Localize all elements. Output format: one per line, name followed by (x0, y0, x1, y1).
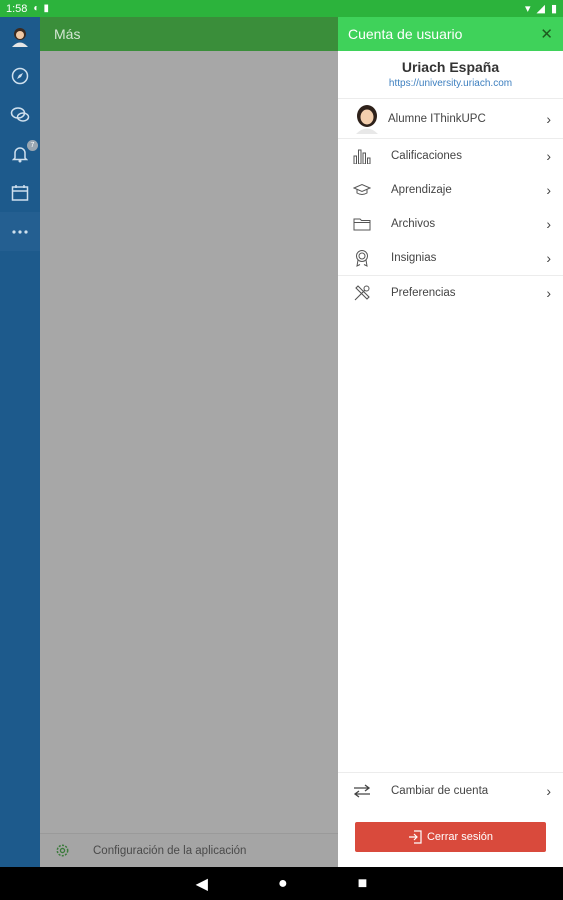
chevron-right-icon: › (546, 250, 551, 266)
menu-item-insignias[interactable]: Insignias › (338, 241, 563, 275)
chevron-right-icon: › (546, 110, 551, 127)
chevron-right-icon: › (546, 782, 551, 799)
rail-avatar[interactable] (0, 17, 40, 56)
logout-icon (408, 830, 422, 844)
page-title: Más (54, 26, 81, 42)
home-button[interactable]: ● (278, 875, 288, 893)
sd-card-icon: ▮ (43, 3, 49, 14)
more-icon (12, 229, 28, 234)
app-settings-link[interactable]: Configuración de la aplicación (40, 833, 338, 867)
battery-icon: ▮ (550, 3, 557, 15)
menu-item-aprendizaje[interactable]: Aprendizaje › (338, 173, 563, 207)
system-nav-bar: ◀ ● ■ (0, 867, 563, 900)
rail-calendar[interactable] (0, 173, 40, 212)
panel-header: Cuenta de usuario ✕ (338, 17, 563, 51)
app-settings-label: Configuración de la aplicación (93, 844, 247, 857)
menu-label: Aprendizaje (391, 184, 452, 196)
menu-label: Calificaciones (391, 150, 462, 162)
signal-icon: ◢ (536, 3, 545, 15)
user-name: Alumne IThinkUPC (388, 112, 486, 125)
status-time: 1:58 (6, 2, 28, 15)
rail-messages[interactable] (0, 95, 40, 134)
calendar-icon (11, 184, 29, 201)
graduation-cap-icon (353, 183, 371, 195)
logout-button[interactable]: Cerrar sesión (355, 822, 546, 852)
close-icon[interactable]: ✕ (540, 25, 553, 43)
rail-more[interactable] (0, 212, 40, 251)
chat-icon (10, 106, 30, 122)
compass-icon (11, 67, 29, 84)
panel-title: Cuenta de usuario (348, 26, 463, 42)
bell-icon (12, 146, 28, 162)
menu-item-archivos[interactable]: Archivos › (338, 207, 563, 241)
badge-icon (356, 250, 368, 267)
menu-label: Insignias (391, 252, 437, 264)
avatar-icon (12, 27, 28, 47)
wifi-icon: ▾ (524, 3, 531, 15)
side-rail: 7 (0, 17, 40, 867)
gear-icon (56, 844, 69, 857)
site-info: Uriach España https://university.uriach.… (338, 51, 563, 99)
menu-label: Preferencias (391, 286, 456, 299)
swap-arrows-icon (353, 783, 371, 798)
back-button[interactable]: ◀ (196, 874, 208, 894)
app-notification-icon: ◐ (33, 3, 40, 14)
folder-icon (353, 218, 371, 231)
avatar (356, 104, 378, 134)
tools-icon (354, 284, 370, 300)
status-bar: 1:58 ◐ ▮ ▾ ◢ ▮ (0, 0, 563, 17)
recents-button[interactable]: ■ (358, 875, 368, 893)
chevron-right-icon: › (546, 182, 551, 198)
rail-explore[interactable] (0, 56, 40, 95)
main-content: Más Configuración de la aplicación (40, 17, 338, 867)
site-url[interactable]: https://university.uriach.com (338, 78, 563, 89)
chevron-right-icon: › (546, 148, 551, 164)
bar-chart-icon (353, 149, 371, 164)
switch-account-row[interactable]: Cambiar de cuenta › (338, 772, 563, 808)
switch-account-label: Cambiar de cuenta (391, 784, 489, 797)
menu-item-calificaciones[interactable]: Calificaciones › (338, 139, 563, 173)
user-profile-row[interactable]: Alumne IThinkUPC › (338, 99, 563, 139)
rail-notifications[interactable]: 7 (0, 134, 40, 173)
menu-item-preferencias[interactable]: Preferencias › (338, 275, 563, 309)
menu-label: Archivos (391, 218, 436, 230)
logout-label: Cerrar sesión (426, 831, 494, 843)
chevron-right-icon: › (546, 284, 551, 301)
user-account-panel: Cuenta de usuario ✕ Uriach España https:… (338, 17, 563, 867)
main-header: Más (40, 17, 338, 51)
notifications-badge: 7 (27, 140, 38, 151)
chevron-right-icon: › (546, 216, 551, 232)
site-name: Uriach España (401, 59, 500, 75)
